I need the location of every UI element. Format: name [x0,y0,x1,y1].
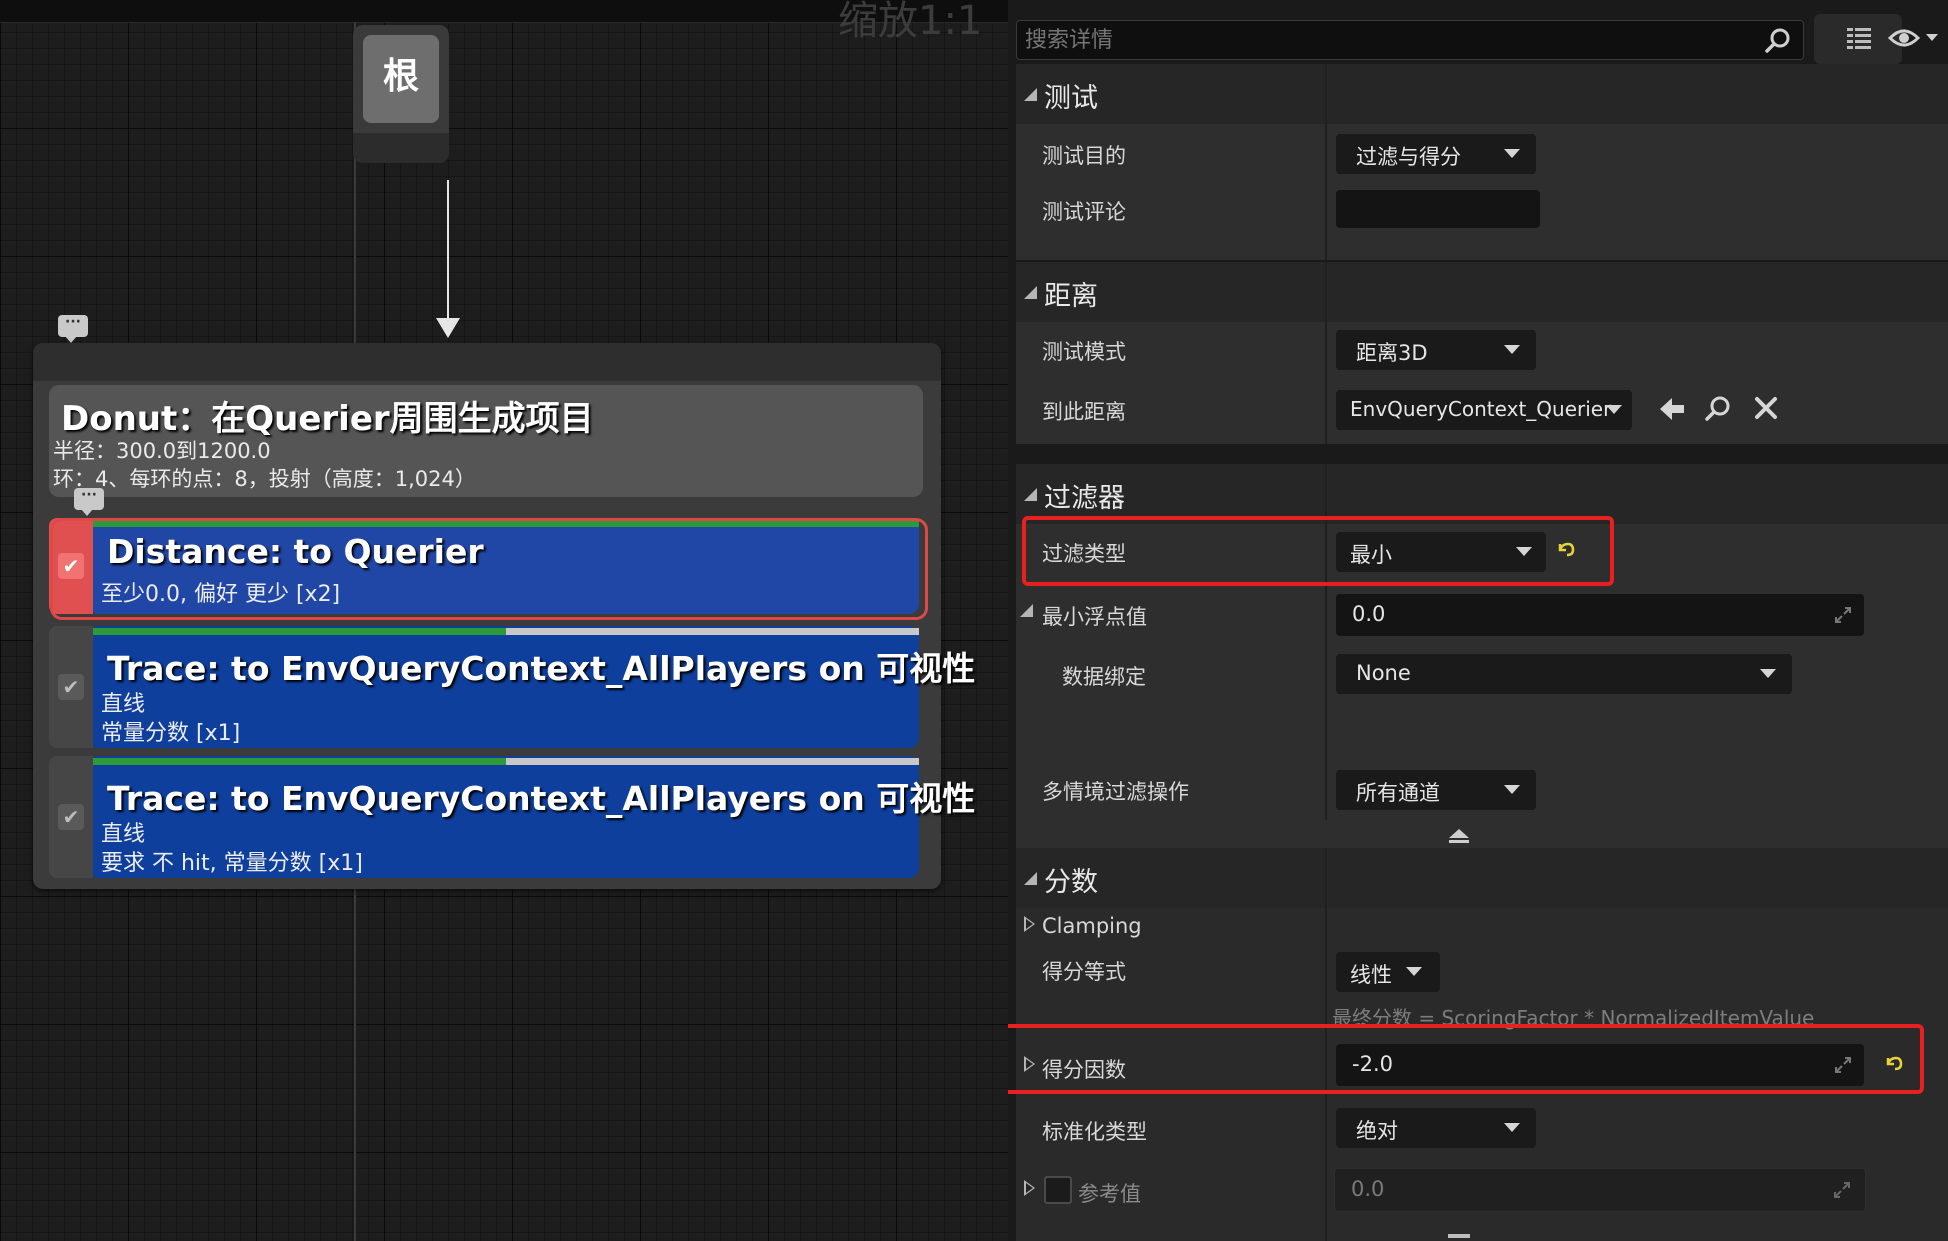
distance-to-label: 到此距离 [1042,400,1126,424]
dropdown-value: 绝对 [1356,1119,1398,1143]
expand-arrows-icon [1834,1182,1850,1198]
distance-to-dropdown[interactable]: EnvQueryContext_Querier [1336,390,1632,430]
search-icon[interactable] [1765,27,1791,53]
expand-arrows-icon [1835,607,1851,623]
test-title: Trace: to EnvQueryContext_AllPlayers on … [107,779,976,818]
test-comment-input[interactable] [1336,190,1540,228]
chevron-down-icon [1504,785,1520,794]
expand-triangle-icon[interactable] [1024,916,1035,932]
dropdown-value: 距离3D [1356,341,1428,365]
section-title: 分数 [1044,867,1098,898]
root-node-label: 根 [363,35,439,123]
behavior-graph-canvas[interactable]: 缩放1:1 根 ··· Donut：在Querier周围生成项目 半径：300.… [0,0,1008,1241]
clamping-label: Clamping [1042,914,1142,938]
test-weight-bar-fill [93,628,506,635]
scoring-equation-label: 得分等式 [1042,960,1126,984]
zoom-level-label: 缩放1:1 [838,0,983,44]
section-title: 距离 [1044,281,1098,312]
min-float-input[interactable]: 0.0 [1336,594,1864,636]
expand-triangle-icon[interactable] [1024,1180,1035,1196]
chevron-down-icon [1606,405,1622,414]
test-purpose-label: 测试目的 [1042,144,1126,168]
test-row-trace-1[interactable]: ✔ Trace: to EnvQueryContext_AllPlayers o… [49,626,975,748]
clear-x-icon[interactable] [1754,396,1778,420]
section-header-score[interactable]: 分数 [1016,848,1948,908]
test-mode-dropdown[interactable]: 距离3D [1336,330,1536,370]
comment-bubble-icon[interactable]: ··· [58,315,88,343]
root-node[interactable]: 根 [353,25,449,163]
multi-context-filter-dropdown[interactable]: 所有通道 [1336,770,1536,810]
test-row-trace-2[interactable]: ✔ Trace: to EnvQueryContext_AllPlayers o… [49,756,975,878]
test-detail-2: 常量分数 [x1] [101,721,241,746]
reference-value-input[interactable]: 0.0 [1334,1168,1866,1212]
test-enable-checkbox[interactable]: ✔ [58,804,84,830]
generator-rings-text: 环：4、每环的点：8，投射（高度：1,024） [53,467,476,491]
test-weight-bar [93,758,919,765]
chevron-down-icon [1760,669,1776,678]
collapse-triangle-icon[interactable] [1020,604,1033,617]
selected-test-outline [50,518,928,620]
collapse-triangle-icon [1024,88,1037,101]
min-float-label: 最小浮点值 [1042,605,1147,629]
root-output-pin[interactable] [353,133,449,163]
dropdown-value: EnvQueryContext_Querier [1350,397,1612,421]
chevron-down-icon [1504,149,1520,158]
test-purpose-dropdown[interactable]: 过滤与得分 [1336,134,1536,174]
collapse-triangle-icon [1024,872,1037,885]
section-title: 过滤器 [1044,483,1125,514]
test-comment-label: 测试评论 [1042,200,1126,224]
column-divider [1325,64,1327,260]
test-weight-bar [93,628,919,635]
browse-search-icon[interactable] [1704,394,1732,422]
filter-type-highlight [1022,516,1614,586]
field-value: 0.0 [1351,1177,1385,1201]
test-detail-2: 要求 不 hit, 常量分数 [x1] [101,851,363,876]
generator-title: Donut：在Querier周围生成项目 [61,399,594,439]
details-search-input[interactable] [1023,23,1727,57]
test-detail-1: 直线 [101,822,146,847]
test-weight-bar-fill [93,758,506,765]
section-header-test[interactable]: 测试 [1016,64,1948,124]
field-value: 0.0 [1352,602,1386,626]
collapse-triangle-icon [1024,488,1037,501]
reference-value-label: 参考值 [1078,1182,1141,1206]
collapse-advanced-icon[interactable] [1448,828,1470,844]
scoring-equation-dropdown[interactable]: 线性 [1336,952,1440,992]
test-detail-1: 直线 [101,692,146,717]
grid-icon [1847,28,1871,49]
eye-icon[interactable] [1888,20,1944,56]
section-title: 测试 [1044,83,1098,114]
section-header-distance[interactable]: 距离 [1016,262,1948,322]
connection-wire [447,180,449,320]
generator-input-pin[interactable] [33,343,941,381]
data-binding-label: 数据绑定 [1062,665,1146,689]
chevron-down-icon [1504,345,1520,354]
use-selected-arrow-icon[interactable] [1658,396,1686,422]
dropdown-value: 所有通道 [1356,781,1440,805]
dropdown-value: None [1356,661,1411,685]
collapse-triangle-icon [1024,286,1037,299]
test-mode-label: 测试模式 [1042,340,1126,364]
multi-context-filter-label: 多情境过滤操作 [1042,780,1189,804]
details-search-box [1016,20,1804,60]
test-title: Trace: to EnvQueryContext_AllPlayers on … [107,649,976,688]
normalization-type-label: 标准化类型 [1042,1120,1147,1144]
chevron-down-icon [1406,967,1422,976]
dropdown-value: 线性 [1350,963,1392,987]
test-enable-checkbox[interactable]: ✔ [58,674,84,700]
dropdown-value: 过滤与得分 [1356,145,1461,169]
reference-value-checkbox[interactable] [1044,1176,1072,1204]
details-panel: 测试 测试目的 过滤与得分 测试评论 距离 测试模式 距离3D 到此距离 Env… [1008,0,1948,1241]
comment-bubble-icon[interactable]: ··· [74,488,104,516]
chevron-down-icon [1504,1123,1520,1132]
generator-radius-text: 半径：300.0到1200.0 [53,439,271,463]
section-header-filter[interactable]: 过滤器 [1016,464,1948,524]
data-binding-dropdown[interactable]: None [1336,654,1792,694]
scoring-factor-highlight [1008,1024,1924,1094]
panel-scroll-grip[interactable] [1448,1234,1470,1238]
normalization-type-dropdown[interactable]: 绝对 [1336,1108,1536,1148]
column-divider [1325,262,1327,444]
connection-arrow-head [436,318,460,338]
